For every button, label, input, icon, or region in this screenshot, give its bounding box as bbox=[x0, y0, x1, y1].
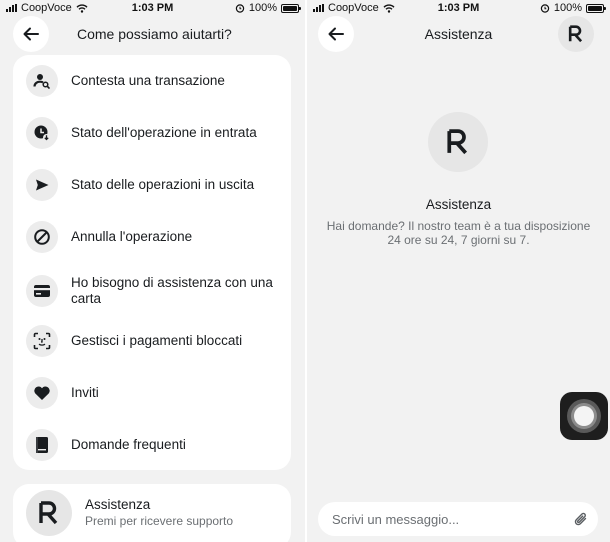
help-topic-blocked-payments[interactable]: Gestisci i pagamenti bloccati bbox=[13, 315, 291, 367]
alarm-icon bbox=[235, 4, 245, 13]
battery-icon bbox=[281, 3, 301, 13]
message-composer bbox=[318, 502, 598, 536]
arrow-left-icon bbox=[23, 27, 39, 41]
revolut-logo bbox=[26, 490, 72, 536]
status-bar: CoopVoce 1:03 PM 100% bbox=[307, 0, 610, 16]
help-topics-card: Contesta una transazione Stato dell'oper… bbox=[13, 55, 291, 470]
support-chat-screen: CoopVoce 1:03 PM 100% Assistenza Assiste… bbox=[307, 0, 610, 542]
help-topic-label: Ho bisogno di assistenza con una carta bbox=[71, 275, 273, 306]
battery-icon bbox=[586, 3, 606, 13]
help-menu-screen: CoopVoce 1:03 PM 100% Come possiamo aiut… bbox=[0, 0, 305, 542]
help-topic-label: Stato delle operazioni in uscita bbox=[71, 177, 255, 192]
incoming-transfer-icon bbox=[26, 117, 58, 149]
support-card-title: Assistenza bbox=[85, 497, 151, 512]
help-topic-label: Stato dell'operazione in entrata bbox=[71, 125, 257, 140]
help-topic-dispute-transaction[interactable]: Contesta una transazione bbox=[13, 55, 291, 107]
help-topic-invites[interactable]: Inviti bbox=[13, 367, 291, 419]
face-scan-icon bbox=[26, 325, 58, 357]
help-topic-label: Gestisci i pagamenti bloccati bbox=[71, 333, 243, 348]
heart-icon bbox=[26, 377, 58, 409]
revolut-logo bbox=[428, 112, 488, 172]
cancel-icon bbox=[26, 221, 58, 253]
intro-description-line: Hai domande? Il nostro team è a tua disp… bbox=[326, 219, 591, 233]
book-icon bbox=[26, 429, 58, 461]
back-button[interactable] bbox=[13, 16, 49, 52]
alarm-icon bbox=[540, 4, 550, 13]
battery-percent: 100% bbox=[553, 2, 582, 14]
help-topic-card-assistance[interactable]: Ho bisogno di assistenza con una carta bbox=[13, 263, 291, 319]
intro-description: Hai domande? Il nostro team è a tua disp… bbox=[307, 219, 610, 247]
paperclip-icon[interactable] bbox=[574, 511, 588, 528]
intro-description-line: 24 ore su 24, 7 giorni su 7. bbox=[387, 233, 530, 247]
battery-percent: 100% bbox=[248, 2, 277, 14]
help-topic-faq[interactable]: Domande frequenti bbox=[13, 419, 291, 471]
help-topic-label: Annulla l'operazione bbox=[71, 229, 193, 244]
send-icon bbox=[26, 169, 58, 201]
help-topic-outgoing-status[interactable]: Stato delle operazioni in uscita bbox=[13, 159, 291, 211]
page-title: Come possiamo aiutarti? bbox=[77, 26, 232, 42]
help-topic-incoming-status[interactable]: Stato dell'operazione in entrata bbox=[13, 107, 291, 159]
assistive-touch-button[interactable] bbox=[560, 392, 608, 440]
help-topic-cancel-operation[interactable]: Annulla l'operazione bbox=[13, 211, 291, 263]
help-topic-label: Domande frequenti bbox=[71, 437, 186, 452]
message-input[interactable] bbox=[332, 502, 562, 536]
support-card-subtitle: Premi per ricevere supporto bbox=[85, 514, 234, 528]
person-search-icon bbox=[26, 65, 58, 97]
credit-card-icon bbox=[26, 275, 58, 307]
support-avatar[interactable] bbox=[558, 16, 594, 52]
help-topic-label: Inviti bbox=[71, 385, 99, 400]
support-chat-card[interactable]: Assistenza Premi per ricevere supporto bbox=[13, 484, 291, 542]
intro-title: Assistenza bbox=[425, 197, 492, 212]
help-topic-label: Contesta una transazione bbox=[71, 73, 225, 88]
status-bar: CoopVoce 1:03 PM 100% bbox=[0, 0, 305, 16]
